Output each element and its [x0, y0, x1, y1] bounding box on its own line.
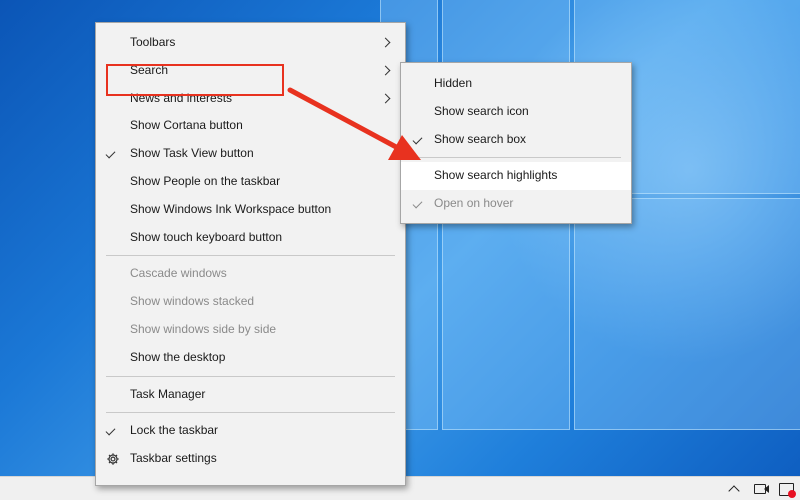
- camera-icon[interactable]: [752, 481, 768, 497]
- menu-item-label: Hidden: [434, 76, 473, 90]
- submenu-item-show-search-icon[interactable]: Show search icon: [401, 98, 631, 126]
- menu-item-label: Show touch keyboard button: [130, 229, 283, 244]
- menu-item-label: Lock the taskbar: [130, 423, 219, 438]
- menu-item-show-windows-side-by-side: Show windows side by side: [96, 316, 405, 344]
- menu-item-label: Taskbar settings: [130, 451, 217, 466]
- search-submenu: Hidden Show search icon Show search box …: [400, 62, 632, 224]
- menu-item-label: Open on hover: [434, 196, 514, 211]
- checkmark-icon: [412, 198, 423, 209]
- menu-item-show-touch-keyboard[interactable]: Show touch keyboard button: [96, 224, 405, 252]
- notification-icon[interactable]: [778, 481, 796, 498]
- menu-item-label: Show Windows Ink Workspace button: [130, 201, 332, 216]
- checkmark-icon: [105, 148, 116, 159]
- menu-item-lock-the-taskbar[interactable]: Lock the taskbar: [96, 417, 405, 445]
- menu-item-show-windows-stacked: Show windows stacked: [96, 288, 405, 316]
- checkmark-icon: [105, 425, 116, 436]
- menu-item-label: Show the desktop: [130, 349, 226, 364]
- annotation-highlight-box: [106, 64, 284, 96]
- menu-item-label: Show search icon: [434, 103, 529, 118]
- menu-item-label: Show search box: [434, 131, 527, 146]
- menu-item-toolbars[interactable]: Toolbars: [96, 29, 405, 57]
- gear-icon: [107, 453, 119, 465]
- submenu-item-hidden[interactable]: Hidden: [401, 70, 631, 98]
- menu-item-label: Toolbars: [130, 35, 176, 49]
- menu-item-show-the-desktop[interactable]: Show the desktop: [96, 344, 405, 372]
- menu-item-label: Show People on the taskbar: [130, 173, 281, 188]
- menu-item-show-windows-ink[interactable]: Show Windows Ink Workspace button: [96, 196, 405, 224]
- menu-separator: [106, 255, 395, 257]
- menu-separator: [106, 412, 395, 414]
- menu-item-label: Show windows side by side: [130, 321, 277, 336]
- menu-separator: [106, 375, 395, 377]
- chevron-right-icon: [380, 37, 391, 48]
- submenu-item-show-search-box[interactable]: Show search box: [401, 126, 631, 154]
- menu-item-label: Task Manager: [130, 386, 206, 401]
- annotation-arrow-icon: [287, 87, 421, 160]
- menu-item-show-people[interactable]: Show People on the taskbar: [96, 168, 405, 196]
- chevron-up-icon[interactable]: [726, 481, 742, 497]
- menu-item-label: Show Cortana button: [130, 118, 243, 133]
- menu-item-label: Show Task View button: [130, 146, 254, 161]
- menu-item-label: Show search highlights: [434, 168, 558, 183]
- menu-item-taskbar-settings[interactable]: Taskbar settings: [96, 445, 405, 473]
- submenu-item-show-search-highlights[interactable]: Show search highlights: [401, 162, 631, 191]
- chevron-right-icon: [380, 65, 391, 76]
- menu-item-label: Show windows stacked: [130, 294, 255, 309]
- menu-item-label: Cascade windows: [130, 266, 227, 281]
- system-tray: [726, 477, 796, 500]
- notification-badge: [788, 490, 796, 498]
- menu-item-task-manager[interactable]: Task Manager: [96, 381, 405, 409]
- submenu-item-open-on-hover: Open on hover: [401, 190, 631, 218]
- menu-separator: [411, 157, 621, 159]
- menu-item-cascade-windows: Cascade windows: [96, 260, 405, 288]
